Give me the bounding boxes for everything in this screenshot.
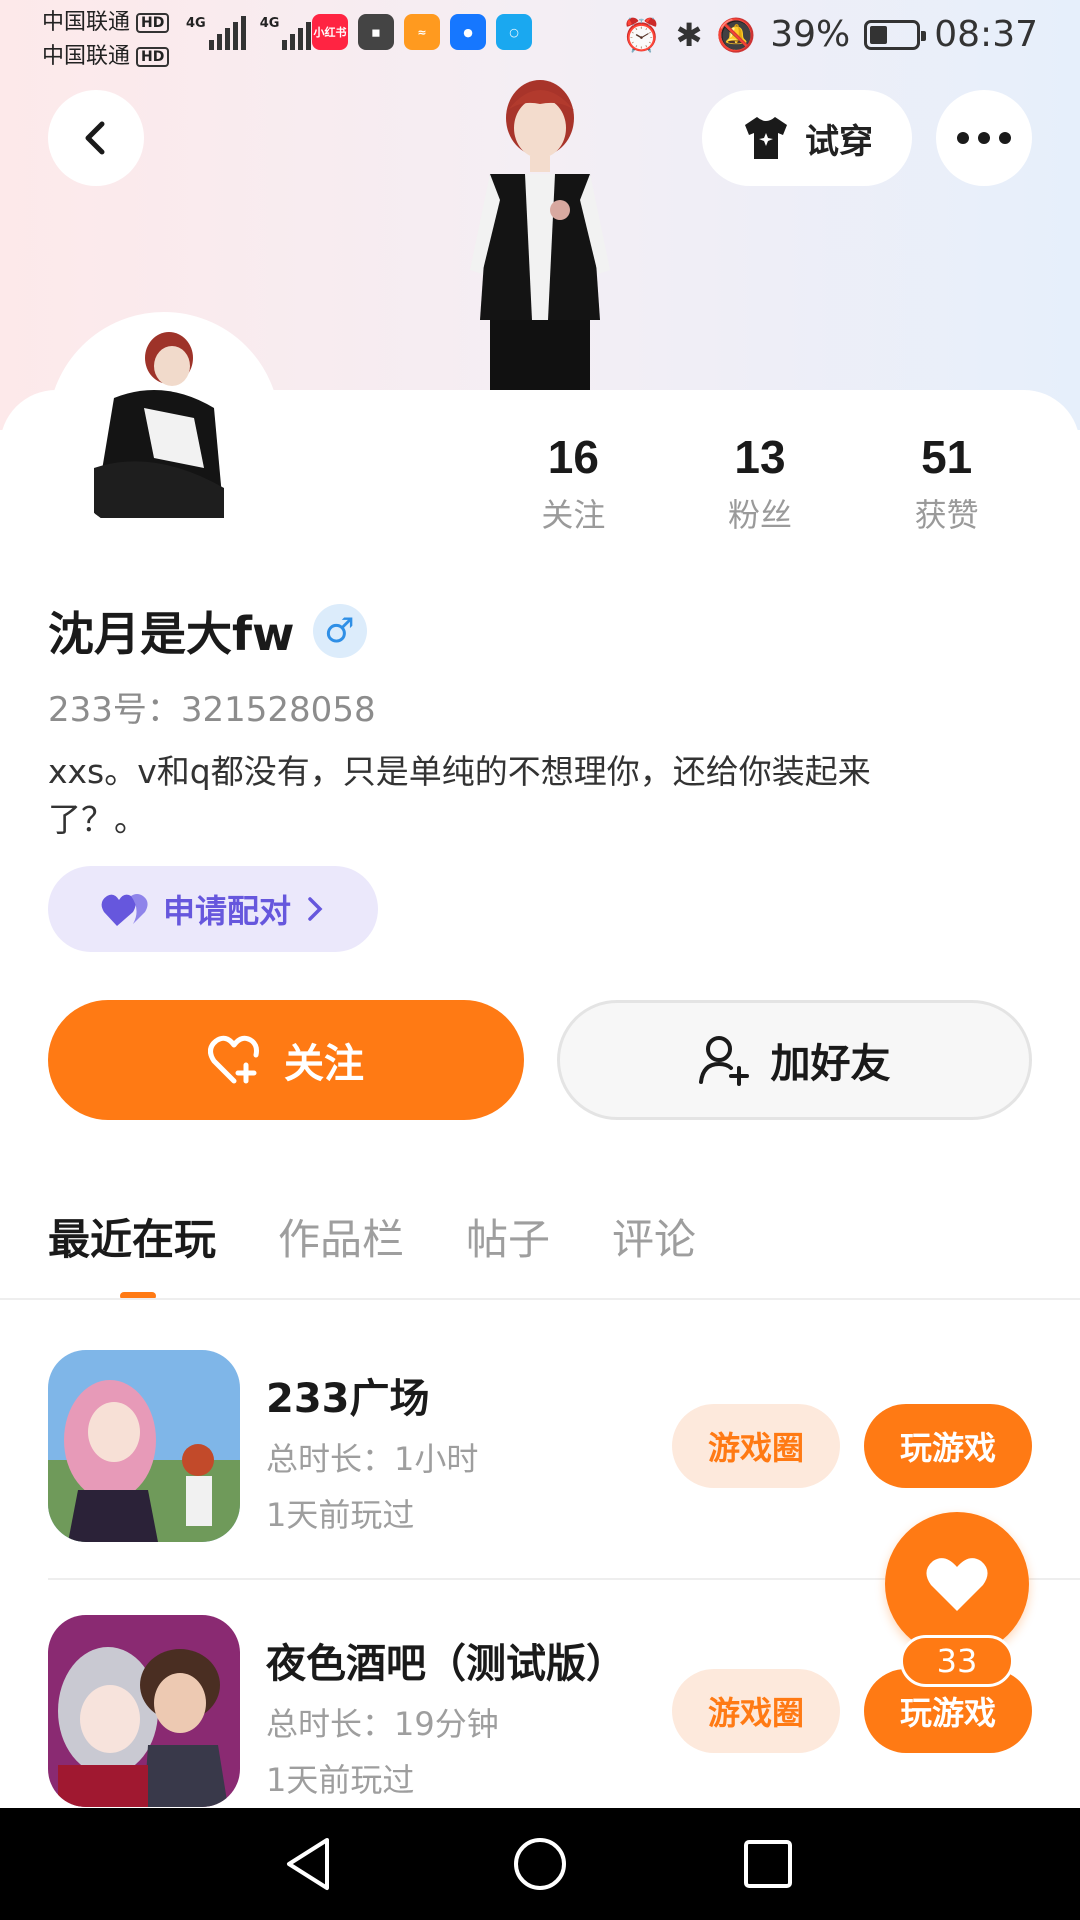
hd-badge: HD <box>136 47 170 67</box>
follow-label: 关注 <box>284 1041 364 1087</box>
avatar-3d-figure <box>470 80 610 430</box>
play-game-button[interactable]: 玩游戏 <box>864 1404 1032 1488</box>
game-icon-night-bar[interactable] <box>48 1615 240 1807</box>
male-gender-icon: ♂ <box>312 604 367 658</box>
back-button[interactable] <box>48 90 144 186</box>
stat-value: 16 <box>547 431 599 483</box>
alarm-icon: ⏰ <box>621 15 662 54</box>
divider <box>0 1298 1080 1300</box>
tab-comments[interactable]: 评论 <box>612 1206 696 1267</box>
profile-stats: 16 关注 13 粉丝 51 获赞 <box>480 430 1040 536</box>
search-app-icon: ○ <box>496 14 532 50</box>
stat-likes[interactable]: 51 获赞 <box>853 430 1040 536</box>
follow-button[interactable]: 关注 <box>48 1000 524 1120</box>
tab-recently-played[interactable]: 最近在玩 <box>48 1206 216 1267</box>
list-item[interactable]: 233广场 总时长：1小时 1天前玩过 游戏圈 玩游戏 <box>48 1350 1032 1542</box>
signal-icon: 4G <box>260 16 312 50</box>
add-user-icon <box>698 1036 749 1086</box>
bulb-icon: ● <box>450 14 486 50</box>
hd-badge: HD <box>136 13 170 33</box>
request-pair-button[interactable]: 申请配对 <box>48 866 378 952</box>
circle-home-icon <box>514 1838 566 1890</box>
status-bar: 中国联通 HD 中国联通 HD 4G 4G 小红书 ◼ ≈ ● ○ ⏰ ✱ 🔕 39… <box>0 0 1080 70</box>
nav-home-button[interactable] <box>508 1832 572 1896</box>
double-heart-icon <box>101 894 148 926</box>
notification-app-icons: 小红书 ◼ ≈ ● ○ <box>312 14 532 50</box>
signal-icon: 4G <box>186 16 246 50</box>
game-name: 233广场 <box>266 1376 430 1422</box>
username: 沈月是大fw <box>48 607 295 661</box>
bluetooth-icon: ✱ <box>675 15 703 54</box>
game-last-played: 1天前玩过 <box>266 1761 415 1799</box>
game-duration: 总时长：19分钟 <box>266 1705 499 1743</box>
battery-percent: 39% <box>770 14 851 55</box>
orange-app-icon: ≈ <box>404 14 440 50</box>
stat-followers[interactable]: 13 粉丝 <box>667 430 854 536</box>
stat-following[interactable]: 16 关注 <box>480 430 667 536</box>
game-name: 夜色酒吧（测试版） <box>266 1641 626 1687</box>
stat-value: 51 <box>921 431 973 483</box>
profile-tabs: 最近在玩 作品栏 帖子 评论 <box>48 1206 696 1300</box>
carrier-2: 中国联通 <box>42 44 131 69</box>
carrier-1: 中国联通 <box>42 10 131 35</box>
game-circle-button[interactable]: 游戏圈 <box>672 1669 840 1753</box>
game-last-played: 1天前玩过 <box>266 1496 415 1534</box>
heart-plus-icon <box>208 1035 259 1084</box>
game-duration: 总时长：1小时 <box>266 1440 479 1478</box>
chevron-right-icon <box>308 897 323 921</box>
tab-works[interactable]: 作品栏 <box>278 1206 404 1267</box>
like-count-badge: 33 <box>900 1635 1014 1687</box>
chevron-left-icon <box>85 121 105 155</box>
xiaohongshu-icon: 小红书 <box>312 14 348 50</box>
system-navigation-bar <box>0 1808 1080 1920</box>
tab-posts[interactable]: 帖子 <box>466 1206 550 1267</box>
add-friend-button[interactable]: 加好友 <box>557 1000 1032 1120</box>
stat-value: 13 <box>734 431 786 483</box>
try-on-label: 试穿 <box>805 121 873 162</box>
triangle-back-icon <box>287 1838 329 1890</box>
signal-indicators: 4G 4G <box>186 16 312 50</box>
battery-icon <box>864 19 927 50</box>
tshirt-icon <box>745 117 787 159</box>
stat-label: 关注 <box>541 496 606 534</box>
user-id: 233号：321528058 <box>48 690 376 730</box>
game-icon-233-square[interactable] <box>48 1350 240 1542</box>
nav-recents-button[interactable] <box>736 1832 800 1896</box>
avatar[interactable] <box>48 312 280 544</box>
list-item[interactable]: 夜色酒吧（测试版） 总时长：19分钟 1天前玩过 游戏圈 玩游戏 <box>48 1615 1032 1807</box>
request-pair-label: 申请配对 <box>162 892 291 930</box>
user-bio: xxs。v和q都没有，只是单纯的不想理你，还给你装起来了？。 <box>48 752 871 839</box>
stat-label: 获赞 <box>914 496 979 534</box>
more-button[interactable] <box>936 90 1032 186</box>
add-friend-label: 加好友 <box>770 1041 891 1087</box>
mute-icon: 🔕 <box>716 15 757 54</box>
avatar-image <box>54 318 274 538</box>
more-horizontal-icon <box>957 132 1011 144</box>
huawei-appgallery-icon: ◼ <box>358 14 394 50</box>
nav-back-button[interactable] <box>276 1832 340 1896</box>
try-on-button[interactable]: 试穿 <box>702 90 912 186</box>
username-row: 沈月是大fw ♂ <box>48 598 367 664</box>
stat-label: 粉丝 <box>728 496 793 534</box>
system-status: ⏰ ✱ 🔕 39% 08:37 <box>622 14 1038 55</box>
clock: 08:37 <box>934 14 1038 55</box>
square-recents-icon <box>744 1840 792 1888</box>
game-circle-button[interactable]: 游戏圈 <box>672 1404 840 1488</box>
heart-icon <box>926 1558 988 1611</box>
carrier-info: 中国联通 HD 中国联通 HD <box>42 6 170 74</box>
